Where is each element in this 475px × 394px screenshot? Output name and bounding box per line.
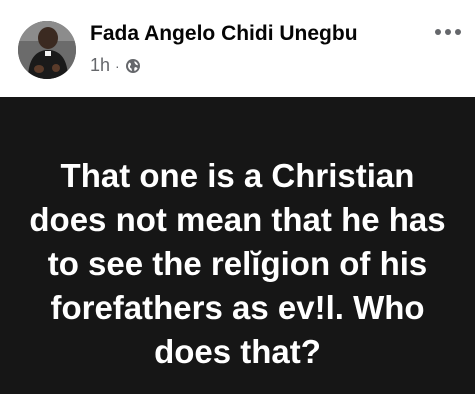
author-name[interactable]: Fada Angelo Chidi Unegbu bbox=[90, 22, 358, 46]
globe-icon[interactable] bbox=[125, 58, 141, 74]
author-avatar[interactable] bbox=[18, 21, 76, 79]
post-time[interactable]: 1h bbox=[90, 55, 110, 76]
more-options-button[interactable] bbox=[431, 18, 465, 46]
post-meta: 1h · bbox=[90, 55, 141, 76]
facebook-post: Fada Angelo Chidi Unegbu 1h · That one i… bbox=[0, 0, 475, 394]
post-text-background: That one is a Christian does not mean th… bbox=[0, 97, 475, 394]
meta-separator: · bbox=[115, 57, 120, 74]
post-text: That one is a Christian does not mean th… bbox=[29, 156, 446, 370]
avatar-photo bbox=[18, 21, 76, 79]
post-header: Fada Angelo Chidi Unegbu 1h · bbox=[0, 0, 475, 97]
more-horizontal-icon bbox=[435, 29, 461, 35]
